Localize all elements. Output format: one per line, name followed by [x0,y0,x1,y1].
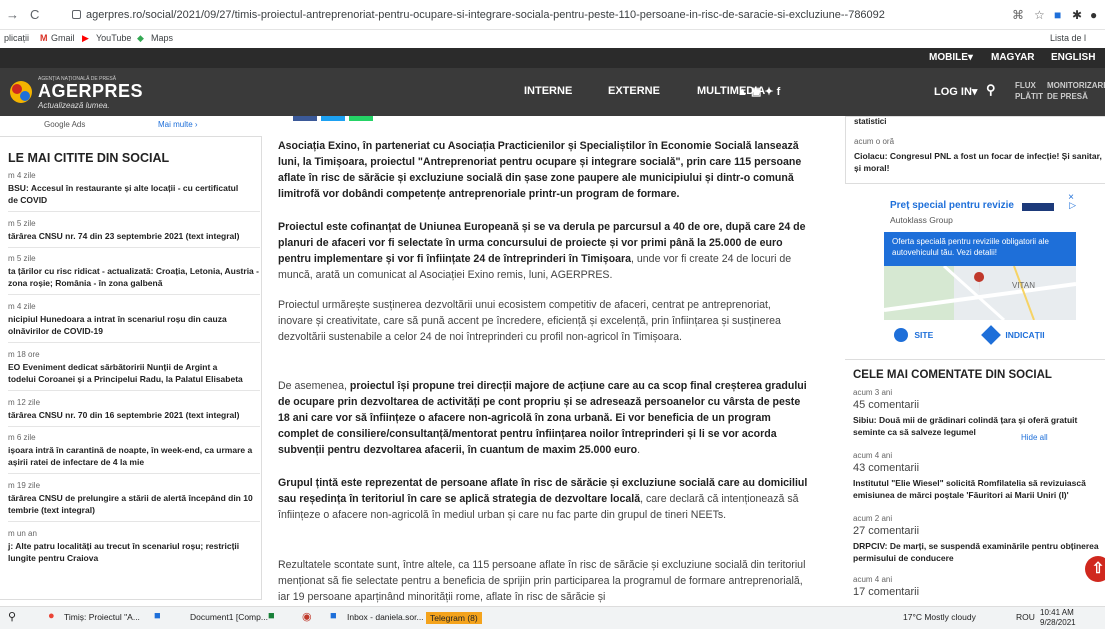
taskbar-item-outlook[interactable]: Inbox - daniela.sor... [347,612,424,622]
weather-status[interactable]: 17°C Mostly cloudy [903,612,976,622]
ad-directions-button[interactable]: INDICAȚII [981,325,1045,345]
directions-icon [981,325,1001,345]
app-icon: ◉ [302,611,312,623]
word-icon: ■ [154,610,161,622]
mobile-link[interactable]: MOBILE▾ [929,52,973,63]
article-paragraph: Rezultatele scontate sunt, între altele,… [278,559,806,603]
site-header: AGENȚIA NAȚIONALĂ DE PRESĂ AGERPRES Actu… [0,68,1105,116]
address-bar[interactable]: agerpres.ro/social/2021/09/27/timis-proi… [86,9,885,21]
taskbar-search-icon[interactable]: ⚲ [8,610,16,623]
bookmark-gmail[interactable]: Gmail [51,33,75,43]
article-paragraph: De asemenea, proiectul își propune trei … [278,380,807,456]
list-item[interactable]: m un an j: Alte patru localități au trec… [8,529,260,564]
youtube-icon: ▶ [82,33,89,43]
ad-site-button[interactable]: SITE [894,328,933,342]
share-buttons[interactable] [293,116,403,121]
agerpres-logo-icon[interactable] [8,78,34,106]
map-label: VITAN [1012,281,1035,290]
ad-banner-text[interactable]: Oferta specială pentru reviziile obligat… [884,232,1076,266]
extension-icon[interactable]: ■ [1054,8,1061,22]
list-item[interactable]: m 5 zile tărârea CNSU nr. 74 din 23 sept… [8,219,260,248]
excel-icon: ■ [268,610,275,622]
chrome-icon: ● [48,610,55,622]
monitorizare-link[interactable]: MONITORIZARE DE PRESĂ [1047,80,1105,102]
article-paragraph: Grupul țintă este reprezentat de persoan… [278,477,808,521]
list-item[interactable]: m 4 zile nicipiul Hunedoara a intrat în … [8,302,260,343]
scroll-top-icon[interactable]: ⇧ [1085,556,1105,582]
news-link[interactable]: Ciolacu: Congresul PNL a fost un focar d… [854,150,1102,174]
site-icon [894,328,908,342]
clock-time[interactable]: 10:41 AM [1040,608,1074,617]
google-ads-row: Google Ads Mai multe › [0,116,262,132]
english-link[interactable]: ENGLISH [1051,52,1095,63]
clock-date[interactable]: 9/28/2021 [1040,618,1076,627]
ad-choices-icon[interactable]: ▷ [1069,200,1076,211]
most-commented-box: CELE MAI COMENTATE DIN SOCIAL acum 3 ani… [845,359,1105,609]
google-ads-label: Google Ads [44,120,86,129]
flux-platit-link[interactable]: FLUX PLĂTIT [1015,80,1043,102]
social-icons[interactable]: ▲ ▣ ✦ f [737,85,780,98]
article-body: Asociația Exino, în parteneriat cu Asoci… [265,116,821,606]
nav-interne[interactable]: INTERNE [524,85,572,97]
nav-externe[interactable]: EXTERNE [608,85,660,97]
taskbar-item-browser[interactable]: Timiș: Proiectul "A... [64,612,140,622]
logo-text[interactable]: AGERPRES [38,81,143,102]
article-paragraph: Proiectul este cofinanțat de Uniunea Eur… [278,221,806,281]
most-read-box: LE MAI CITITE DIN SOCIAL m 4 zile BSU: A… [0,136,262,600]
input-language[interactable]: ROU [1016,612,1035,622]
list-item[interactable]: m 19 zile tărârea CNSU de prelungire a s… [8,481,260,522]
most-read-heading: LE MAI CITITE DIN SOCIAL [8,151,170,165]
language-bar: MOBILE▾ MAGYAR ENGLISH [0,48,1105,68]
profile-icon[interactable]: ● [1090,8,1097,22]
maps-icon: ◆ [137,33,144,43]
article-paragraph: Proiectul urmărește susținerea dezvoltăr… [278,299,781,343]
gmail-icon: M [40,33,48,43]
list-item[interactable]: acum 4 ani 43 comentarii Institutul "Eli… [853,451,1105,501]
list-item[interactable]: acum 4 ani 17 comentarii [853,575,1105,598]
lock-icon[interactable] [72,10,81,19]
login-button[interactable]: LOG IN▾ [934,85,977,98]
right-sidebar: statistici acum o oră Ciolacu: Congresul… [835,116,1105,606]
search-icon[interactable]: ⚲ [986,82,996,98]
ad-map[interactable]: VITAN [884,266,1076,320]
taskbar-item-word[interactable]: Document1 [Comp... [190,612,268,622]
list-item[interactable]: m 6 zile ișoara intră în carantină de no… [8,433,260,474]
list-item[interactable]: m 12 zile tărârea CNSU nr. 70 din 16 sep… [8,398,260,427]
list-item[interactable]: acum 2 ani 27 comentarii DRPCIV: De marț… [853,514,1105,564]
list-item[interactable]: m 4 zile BSU: Accesul în restaurante și … [8,171,260,212]
taskbar: ⚲ ● Timiș: Proiectul "A... ■ Document1 [… [0,606,1105,629]
puzzle-icon[interactable]: ✱ [1072,8,1082,22]
list-item[interactable]: acum 3 ani 45 comentarii Sibiu: Două mii… [853,388,1105,438]
list-item[interactable]: m 5 zile ta țărilor cu risc ridicat - ac… [8,254,260,295]
outlook-icon: ■ [330,610,337,622]
bookmark-apps[interactable]: plicații [4,33,29,43]
bookmark-maps[interactable]: Maps [151,33,173,43]
latest-news-box: statistici acum o oră Ciolacu: Congresul… [845,116,1105,184]
reload-icon[interactable]: C [30,7,39,22]
back-icon[interactable]: → [6,7,19,22]
translate-icon[interactable]: ⌘ [1012,8,1024,22]
magyar-link[interactable]: MAGYAR [991,52,1035,63]
browser-toolbar: → C agerpres.ro/social/2021/09/27/timis-… [0,0,1105,30]
logo-tagline: Actualizează lumea. [38,101,110,110]
advertisement[interactable]: × ▷ Preț special pentru revizie Autoklas… [884,192,1076,362]
article-paragraph: Asociația Exino, în parteneriat cu Asoci… [278,140,802,200]
ad-advertiser: Autoklass Group [890,215,953,225]
ads-more-link[interactable]: Mai multe › [158,120,198,129]
bookmarks-bar: plicații M Gmail ▶ YouTube ◆ Maps Lista … [0,30,1105,48]
taskbar-item-telegram[interactable]: Telegram (8) [426,612,482,624]
left-sidebar: Google Ads Mai multe › LE MAI CITITE DIN… [0,116,262,606]
list-item[interactable]: m 18 ore EO Eveniment dedicat sărbătorir… [8,350,260,391]
bookmark-star-icon[interactable]: ☆ [1034,8,1045,22]
bookmark-youtube[interactable]: YouTube [96,33,131,43]
hide-all-link[interactable]: Hide all [1021,433,1048,442]
ad-title[interactable]: Preț special pentru revizie [890,200,1014,211]
ad-brand-logo [1022,203,1054,211]
reading-list[interactable]: Lista de l [1050,33,1086,43]
most-commented-heading: CELE MAI COMENTATE DIN SOCIAL [853,369,1052,381]
